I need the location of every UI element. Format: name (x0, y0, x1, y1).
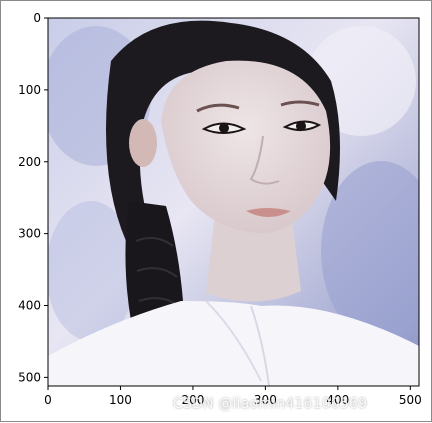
watermark-text: CSDN @liaomin416100569 (173, 396, 368, 412)
portrait-image (48, 18, 419, 386)
y-tick-label: 500 (18, 370, 41, 384)
y-tick-label: 300 (18, 227, 41, 241)
x-tick-label: 500 (399, 393, 422, 407)
y-tick-label: 0 (33, 11, 41, 25)
y-tick-label: 200 (18, 155, 41, 169)
x-tick-label: 0 (44, 393, 52, 407)
image-plot: 0 100 200 300 400 500 0 100 200 300 400 500 (18, 11, 422, 407)
y-tick-label: 400 (18, 299, 41, 313)
y-axis-ticks: 0 100 200 300 400 500 (18, 11, 48, 384)
y-tick-label: 100 (18, 83, 41, 97)
x-tick-label: 100 (109, 393, 132, 407)
figure-frame: 0 100 200 300 400 500 0 100 200 300 400 500 CSDN @… (0, 0, 432, 422)
